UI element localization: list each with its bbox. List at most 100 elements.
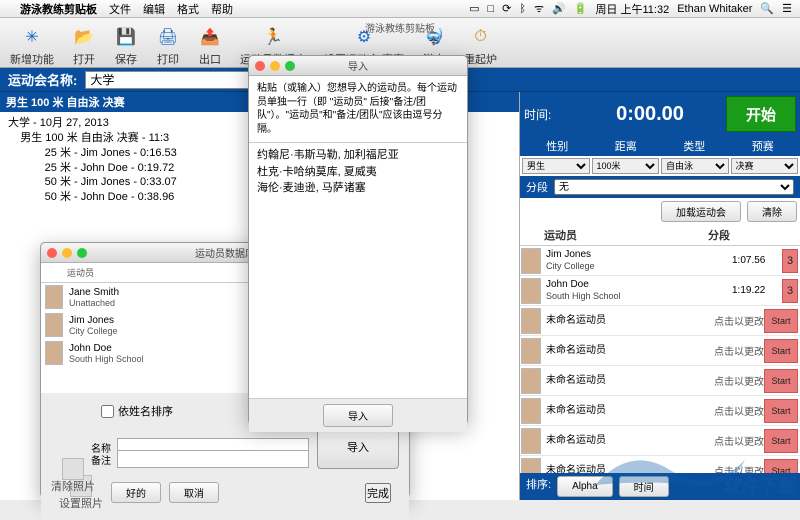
toolbar-label: 重起炉 <box>464 51 497 67</box>
menubar: 游泳教练剪贴板 文件 编辑 格式 帮助 ▭ □ ⟳ ᛒ ᯤ 🔊 🔋 周日 上午1… <box>0 0 800 18</box>
athlete-row[interactable]: 未命名运动员点击以更改Start <box>520 456 800 473</box>
meet-name-input[interactable] <box>85 71 265 89</box>
airplay-icon[interactable]: ▭ <box>469 2 479 15</box>
menu-help[interactable]: 帮助 <box>211 1 233 17</box>
db-name: John Doe <box>69 343 144 354</box>
col-distance: 距离 <box>593 138 660 154</box>
col-heat: 预赛 <box>730 138 797 154</box>
athlete-name: John Doe <box>546 279 728 291</box>
note-input[interactable] <box>117 450 309 468</box>
row-action-button[interactable]: Start <box>764 399 798 423</box>
split-cell[interactable]: 点击以更改 <box>714 343 764 358</box>
split-col-header[interactable]: 分段 <box>706 225 766 245</box>
athlete-row[interactable]: 未命名运动员点击以更改Start <box>520 336 800 366</box>
sort-label: 排序: <box>526 476 551 497</box>
split-cell[interactable]: 点击以更改 <box>714 403 764 418</box>
load-meet-button[interactable]: 加载运动会 <box>661 201 741 222</box>
avatar <box>521 308 541 334</box>
wifi-icon[interactable]: ᯤ <box>534 1 544 16</box>
sort-time-button[interactable]: 时间 <box>619 476 669 497</box>
toolbar-label: 保存 <box>115 51 137 67</box>
toolbar-label: 新增功能 <box>10 51 54 67</box>
select-distance[interactable]: 100米 <box>592 158 660 174</box>
select-gender[interactable]: 男生 <box>522 158 590 174</box>
row-action-button[interactable]: Start <box>764 309 798 333</box>
app-menu[interactable]: 游泳教练剪贴板 <box>20 1 97 17</box>
db-sub: City College <box>69 326 118 336</box>
col-gender: 性别 <box>524 138 591 154</box>
athlete-row[interactable]: John DoeSouth High School 1:19.223 <box>520 276 800 306</box>
athlete-name: 未命名运动员 <box>546 405 710 417</box>
clear-photo-button[interactable]: 清除照片 <box>51 458 95 493</box>
row-action-button[interactable]: 3 <box>782 249 798 273</box>
sync-icon[interactable]: ⟳ <box>502 2 511 15</box>
avatar <box>45 285 63 309</box>
row-action-button[interactable]: Start <box>764 369 798 393</box>
athlete-row[interactable]: 未命名运动员点击以更改Start <box>520 306 800 336</box>
toolbar-label: 打印 <box>157 51 179 67</box>
db-sub: Unattached <box>69 298 119 308</box>
athlete-team: City College <box>546 261 728 272</box>
display-icon[interactable]: □ <box>488 3 495 15</box>
window-title: 游泳教练剪贴板 <box>0 20 800 35</box>
avatar <box>521 338 541 364</box>
menubar-user[interactable]: Ethan Whitaker <box>677 3 752 15</box>
timer-pane: 时间: 0:00.00 开始 性别 距离 类型 预赛 男生 100米 自由泳 决… <box>520 92 800 500</box>
import-submit-button[interactable]: 导入 <box>323 404 393 427</box>
row-action-button[interactable]: 3 <box>782 279 798 303</box>
select-heat[interactable]: 决赛 <box>731 158 799 174</box>
athlete-name: 未命名运动员 <box>546 375 710 387</box>
import-instructions: 粘贴（或输入）您想导入的运动员。每个运动员单独一行（即 "运动员" 后接"备注/… <box>249 76 467 143</box>
battery-icon[interactable]: 🔋 <box>574 2 588 15</box>
spotlight-icon[interactable]: 🔍 <box>760 2 774 15</box>
athlete-row[interactable]: 未命名运动员点击以更改Start <box>520 366 800 396</box>
avatar <box>521 368 541 394</box>
col-type: 类型 <box>661 138 728 154</box>
split-cell[interactable]: 1:07.56 <box>732 255 782 266</box>
row-action-button[interactable]: Start <box>764 429 798 453</box>
athlete-name: 未命名运动员 <box>546 435 710 447</box>
athlete-name: 未命名运动员 <box>546 315 710 327</box>
menu-format[interactable]: 格式 <box>177 1 199 17</box>
split-label: 分段 <box>526 179 548 195</box>
menubar-clock[interactable]: 周日 上午11:32 <box>595 1 669 17</box>
toolbar-label: 打开 <box>73 51 95 67</box>
athlete-name: Jim Jones <box>546 249 728 261</box>
bluetooth-icon[interactable]: ᛒ <box>519 3 526 15</box>
split-cell[interactable]: 点击以更改 <box>714 313 764 328</box>
avatar <box>521 398 541 424</box>
menu-edit[interactable]: 编辑 <box>143 1 165 17</box>
start-button[interactable]: 开始 <box>726 96 796 132</box>
row-action-button[interactable]: Start <box>764 339 798 363</box>
split-cell[interactable]: 1:19.22 <box>732 285 782 296</box>
volume-icon[interactable]: 🔊 <box>552 2 566 15</box>
avatar <box>521 278 541 304</box>
split-cell[interactable]: 点击以更改 <box>714 433 764 448</box>
avatar <box>521 428 541 454</box>
toolbar-label: 出口 <box>199 51 221 67</box>
clear-button[interactable]: 清除 <box>747 201 797 222</box>
menu-file[interactable]: 文件 <box>109 1 131 17</box>
sort-alpha-button[interactable]: Alpha <box>557 476 613 497</box>
split-cell[interactable]: 点击以更改 <box>714 373 764 388</box>
row-action-button[interactable]: Start <box>764 459 798 474</box>
athlete-row[interactable]: 未命名运动员点击以更改Start <box>520 396 800 426</box>
time-value: 0:00.00 <box>574 103 726 126</box>
athlete-row[interactable]: 未命名运动员点击以更改Start <box>520 426 800 456</box>
split-cell[interactable]: 点击以更改 <box>714 463 764 473</box>
import-window: 导入 粘贴（或输入）您想导入的运动员。每个运动员单独一行（即 "运动员" 后接"… <box>248 55 468 425</box>
avatar <box>45 341 63 365</box>
meet-name-label: 运动会名称: <box>0 70 85 89</box>
time-label: 时间: <box>524 106 574 123</box>
select-type[interactable]: 自由泳 <box>661 158 729 174</box>
avatar <box>521 458 541 474</box>
athlete-team: South High School <box>546 291 728 302</box>
athlete-row[interactable]: Jim JonesCity College 1:07.563 <box>520 246 800 276</box>
athlete-col-header[interactable]: 运动员 <box>540 225 706 245</box>
import-titlebar[interactable]: 导入 <box>249 56 467 76</box>
split-select[interactable]: 无 <box>554 179 794 195</box>
import-textarea[interactable]: 约翰尼·韦斯马勒, 加利福尼亚杜克·卡哈纳莫库, 夏威夷海伦·麦迪逊, 马萨诸塞 <box>249 143 467 398</box>
db-sub: South High School <box>69 354 144 364</box>
import-window-title: 导入 <box>249 58 467 73</box>
notifications-icon[interactable]: ☰ <box>782 2 792 15</box>
